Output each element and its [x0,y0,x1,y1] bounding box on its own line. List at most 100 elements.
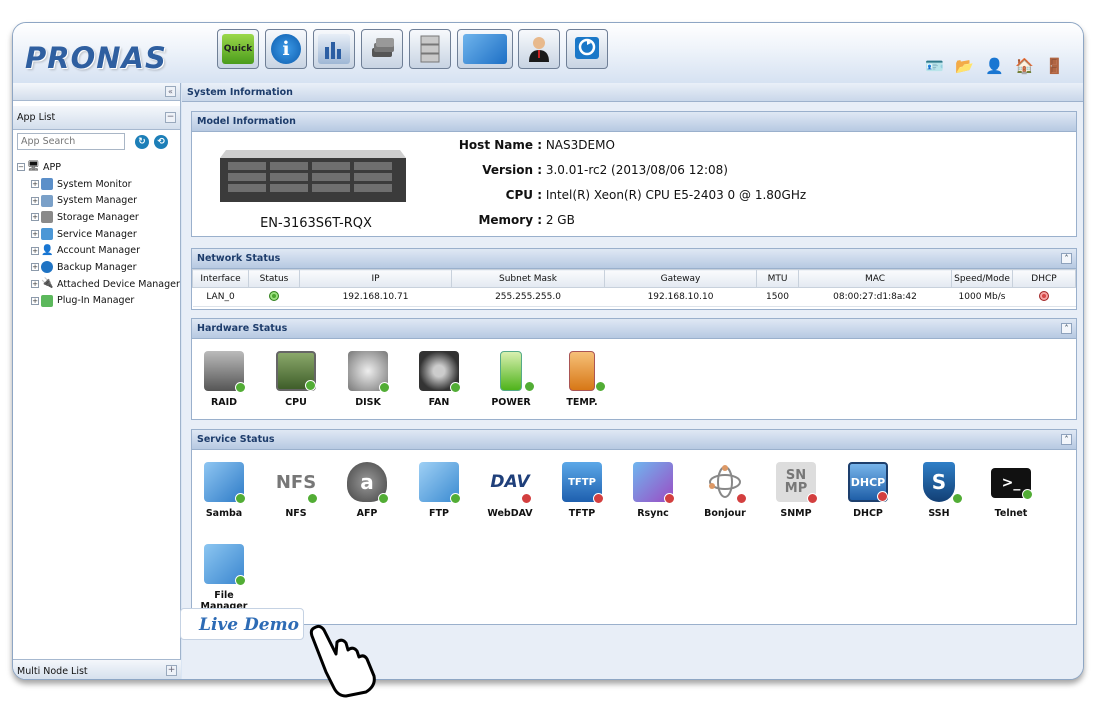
status-ok-icon [378,493,389,504]
tree-item-label: System Monitor [57,178,132,190]
storage-icon [41,211,53,224]
column-header: Gateway [604,269,757,288]
tree-item-label: Backup Manager [57,261,137,273]
tree-root-label: APP [43,161,61,173]
mtu-cell: 1500 [756,287,799,307]
service-label: SSH [928,508,950,519]
expand-icon[interactable]: + [31,263,39,272]
expand-icon[interactable]: + [166,665,177,676]
tree-item-system-monitor[interactable]: + System Monitor [17,176,180,193]
app-search-input[interactable] [17,133,125,150]
service-telnet[interactable]: >_ Telnet [980,462,1042,519]
table-row[interactable]: LAN_0 192.168.10.71 255.255.255.0 192.16… [192,287,1076,307]
home-icon[interactable]: 🏠 [1015,57,1034,75]
live-demo-badge[interactable]: Live Demo [180,608,304,640]
collapse-icon[interactable]: ˄ [1061,434,1072,445]
collapse-node-icon[interactable]: − [17,163,25,172]
hardware-disk[interactable]: DISK [337,351,399,408]
quick-setup-button[interactable]: Quick [217,29,259,69]
tree-item-account-manager[interactable]: + 👤 Account Manager [17,242,180,259]
service-label-line1: File [214,590,234,601]
service-afp[interactable]: a AFP [336,462,398,519]
computer-icon: 🖥 [27,161,40,173]
service-nfs[interactable]: NFS NFS [265,462,327,519]
cpu-value: Intel(R) Xeon(R) CPU E5-2403 0 @ 1.80GHz [545,188,807,202]
logout-icon[interactable]: 🚪 [1045,57,1064,75]
hardware-status-panel: Hardware Status ˄ RAID CPU DISK FAN POWER… [191,318,1077,420]
column-header: Interface [192,269,249,288]
expand-icon[interactable]: + [31,230,39,239]
service-ftp[interactable]: FTP [408,462,470,519]
expand-icon[interactable]: + [31,246,39,255]
webdav-icon: DAV [490,462,532,504]
service-dhcp[interactable]: DHCP DHCP [837,462,899,519]
hardware-fan[interactable]: FAN [408,351,470,408]
status-ok-icon [1022,489,1033,500]
cpu-label: CPU : [505,188,542,202]
collapse-icon[interactable]: ˄ [1061,323,1072,334]
service-label: Bonjour [704,508,746,519]
tree-item-label: Storage Manager [57,211,139,223]
backup-button[interactable] [566,29,608,69]
multi-node-list-bar[interactable]: Multi Node List + [13,659,181,679]
host-name-label: Host Name : [458,138,542,152]
tree-item-backup-manager[interactable]: + Backup Manager [17,259,180,276]
server-button[interactable] [409,29,451,69]
service-webdav[interactable]: DAV WebDAV [479,462,541,519]
memory-row: Memory : 2 GB [427,213,574,227]
tree-item-storage-manager[interactable]: + Storage Manager [17,209,180,226]
service-label: SNMP [780,508,812,519]
service-samba[interactable]: Samba [193,462,255,519]
display-button[interactable] [457,29,513,69]
search-go-icon[interactable]: ↻ [135,135,149,149]
table-header-row: Interface Status IP Subnet Mask Gateway … [192,269,1076,288]
collapse-left-icon[interactable]: « [165,86,176,97]
status-ok-icon [524,381,535,392]
tree-root[interactable]: − 🖥 APP [17,159,180,176]
account-manager-button[interactable] [518,29,560,69]
column-header: MTU [756,269,799,288]
expand-icon[interactable]: + [31,196,39,205]
storage-manager-button[interactable] [361,29,403,69]
tree-item-service-manager[interactable]: + Service Manager [17,226,180,243]
service-snmp[interactable]: SN MP SNMP [765,462,827,519]
hardware-label: RAID [210,397,238,408]
expand-icon[interactable]: + [31,296,39,305]
status-off-icon [664,493,675,504]
model-information-header: Model Information [192,112,1076,132]
tree-item-attached-device-manager[interactable]: + 🔌 Attached Device Manager [17,276,180,293]
hard-disk-icon [348,351,390,393]
expand-icon[interactable]: + [31,213,39,222]
hardware-raid[interactable]: RAID [193,351,255,408]
system-info-button[interactable]: i [265,29,307,69]
folder-icon[interactable]: 📂 [955,57,974,75]
service-bonjour[interactable]: Bonjour [694,462,756,519]
id-card-icon[interactable]: 🪪 [925,57,944,75]
expand-icon[interactable]: + [31,280,39,289]
ip-cell: 192.168.10.71 [299,287,452,307]
rsync-icon [633,462,675,504]
service-tftp[interactable]: TFTP TFTP [551,462,613,519]
hardware-label: POWER [491,397,531,408]
snmp-icon: SN MP [776,462,818,504]
service-rsync[interactable]: Rsync [622,462,684,519]
hardware-cpu[interactable]: CPU [265,351,327,408]
version-label: Version : [482,163,542,177]
hardware-temp[interactable]: TEMP. [551,351,613,408]
hardware-power[interactable]: POWER [480,351,542,408]
tree-item-plugin-manager[interactable]: + Plug-In Manager [17,293,180,310]
expand-icon[interactable]: + [31,180,39,189]
minimize-icon[interactable]: − [165,112,176,123]
collapse-icon[interactable]: ˄ [1061,253,1072,264]
service-ssh[interactable]: S SSH [908,462,970,519]
status-cell [248,287,300,307]
service-label: Telnet [994,508,1028,519]
search-clear-icon[interactable]: ⟲ [154,135,168,149]
service-file-manager[interactable]: File Manager [193,544,255,612]
battery-icon [500,351,535,392]
user-badge-icon[interactable]: 👤 [985,57,1004,75]
tree-item-system-manager[interactable]: + System Manager [17,192,180,209]
system-monitor-button[interactable] [313,29,355,69]
version-value: 3.0.01-rc2 (2013/08/06 12:08) [545,163,728,177]
tree-item-label: Plug-In Manager [57,295,135,307]
